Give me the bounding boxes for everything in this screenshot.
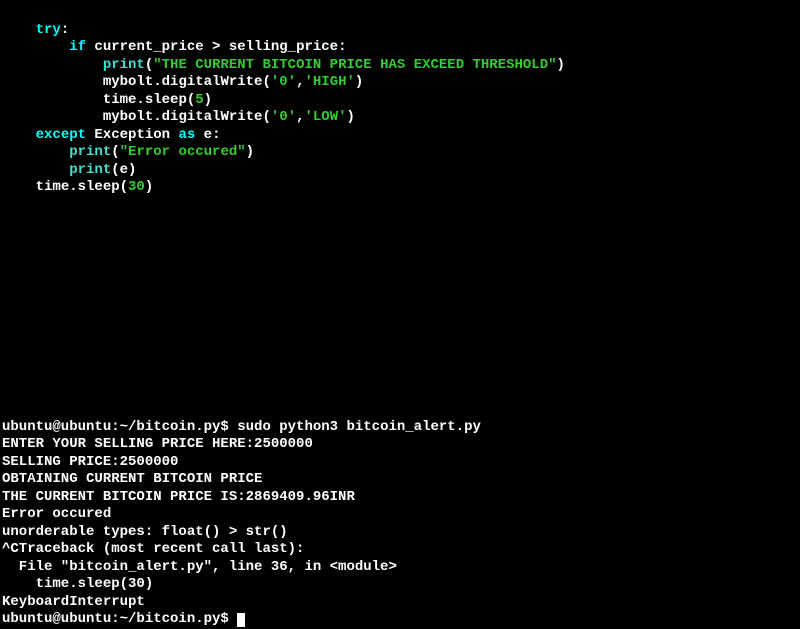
shell-prompt: ubuntu@ubuntu:~/bitcoin.py$ — [2, 611, 237, 627]
output-traceback: ^CTraceback (most recent call last): — [2, 541, 798, 559]
empty-space — [2, 197, 798, 419]
output-obtaining: OBTAINING CURRENT BITCOIN PRICE — [2, 471, 798, 489]
string-error: "Error occured" — [120, 144, 246, 160]
keyword-try: try — [36, 22, 61, 38]
string-threshold: "THE CURRENT BITCOIN PRICE HAS EXCEED TH… — [153, 57, 556, 73]
terminal-output[interactable]: ubuntu@ubuntu:~/bitcoin.py$ sudo python3… — [2, 419, 798, 629]
output-error: Error occured — [2, 506, 798, 524]
output-sleep-line: time.sleep(30) — [2, 576, 798, 594]
shell-prompt: ubuntu@ubuntu:~/bitcoin.py$ — [2, 419, 237, 435]
output-keyboard-interrupt: KeyboardInterrupt — [2, 594, 798, 612]
output-selling-prompt: ENTER YOUR SELLING PRICE HERE:2500000 — [2, 436, 798, 454]
keyword-as: as — [178, 127, 195, 143]
command-text: sudo python3 bitcoin_alert.py — [237, 419, 481, 435]
output-typeerror: unorderable types: float() > str() — [2, 524, 798, 542]
cursor-icon[interactable] — [237, 613, 245, 627]
code-editor: try: if current_price > selling_price: p… — [2, 4, 798, 197]
keyword-except: except — [36, 127, 86, 143]
output-current-price: THE CURRENT BITCOIN PRICE IS:2869409.96I… — [2, 489, 798, 507]
keyword-if: if — [69, 39, 86, 55]
fn-print: print — [103, 57, 145, 73]
output-selling-price: SELLING PRICE:2500000 — [2, 454, 798, 472]
output-file-line: File "bitcoin_alert.py", line 36, in <mo… — [2, 559, 798, 577]
